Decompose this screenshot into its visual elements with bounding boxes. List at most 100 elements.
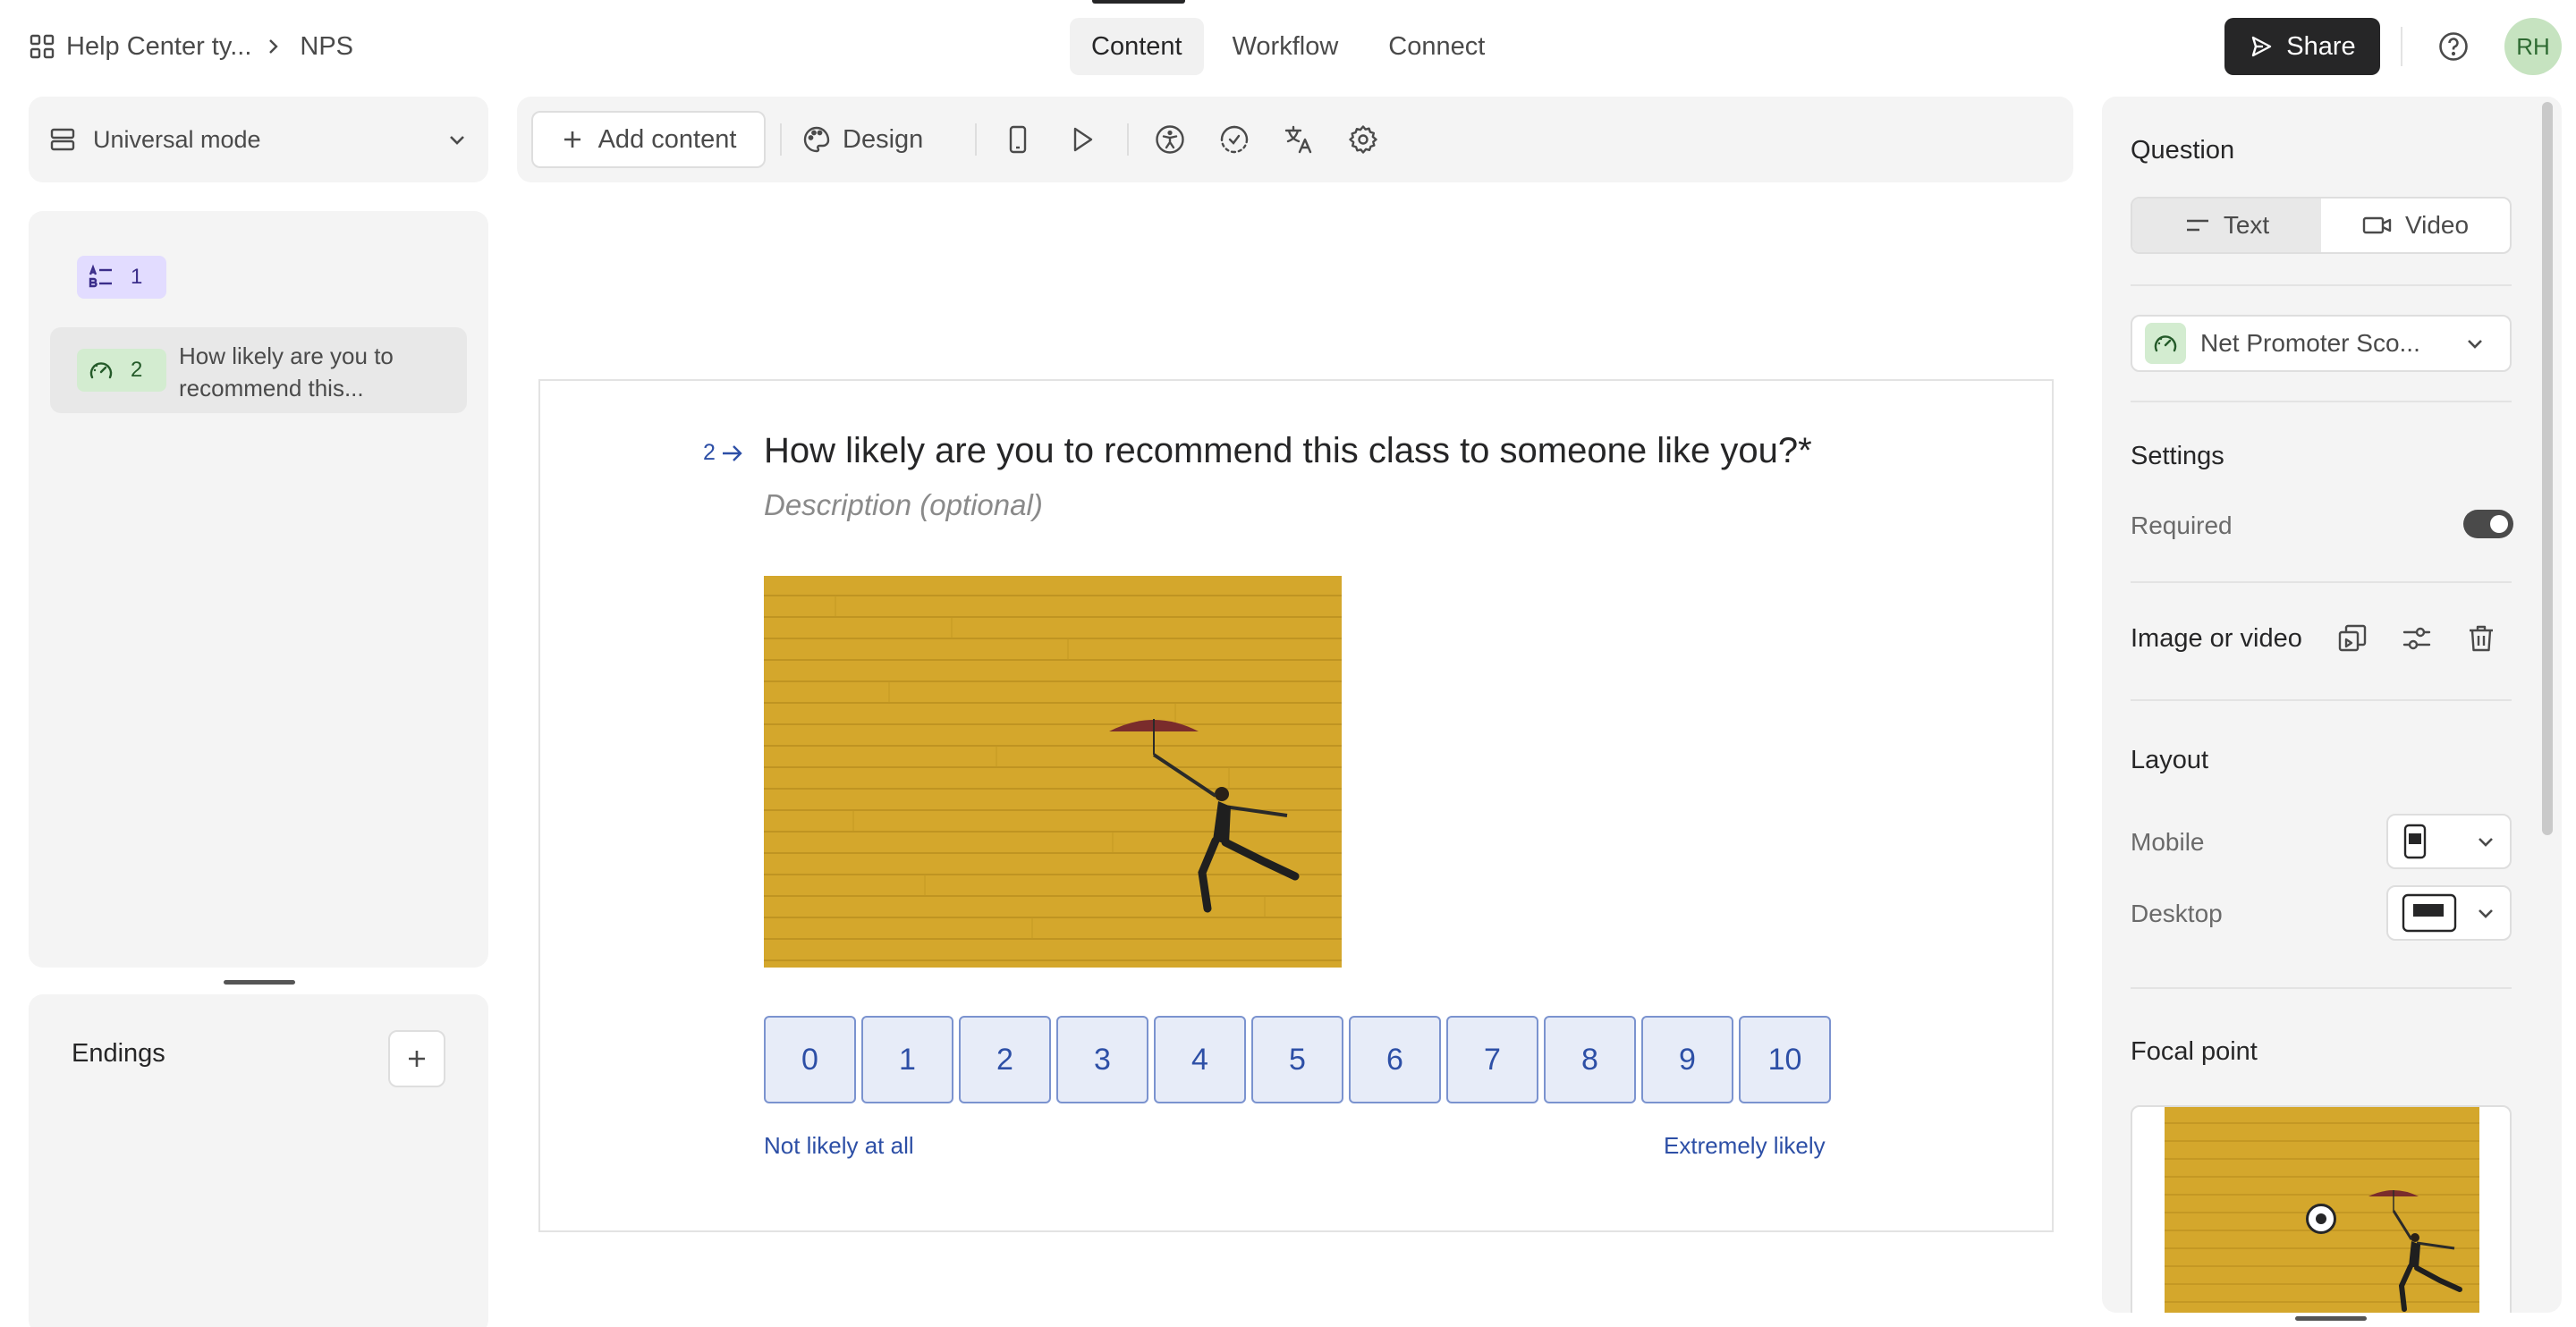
image-or-video-label: Image or video [2131, 624, 2302, 653]
plus-icon [409, 1051, 425, 1067]
tab-connect[interactable]: Connect [1367, 18, 1506, 75]
chevron-down-icon [2479, 838, 2493, 847]
format-video-option[interactable]: Video [2321, 199, 2510, 252]
chevron-right-icon [269, 39, 279, 54]
mode-label: Universal mode [93, 125, 261, 153]
header-divider [2401, 27, 2402, 66]
question-canvas: 2 How likely are you to recommend this c… [538, 379, 2054, 1232]
share-button[interactable]: Share [2224, 18, 2380, 75]
scale-option-2[interactable]: 2 [959, 1016, 1051, 1103]
add-content-label: Add content [597, 124, 737, 154]
panel-divider [2131, 987, 2512, 989]
desktop-layout-dropdown[interactable] [2386, 885, 2512, 941]
scale-option-9[interactable]: 9 [1641, 1016, 1733, 1103]
chevron-down-icon [2468, 340, 2482, 349]
breadcrumb-workspace[interactable]: Help Center ty... [66, 32, 251, 62]
scale-option-0[interactable]: 0 [764, 1016, 856, 1103]
panel-divider [2131, 401, 2512, 402]
accessibility-icon[interactable] [1154, 123, 1186, 156]
tab-content[interactable]: Content [1070, 18, 1204, 75]
gear-icon[interactable] [1347, 123, 1379, 156]
question-item-label: How likely are you to recommend this... [179, 342, 394, 401]
panel-divider [2131, 581, 2512, 583]
share-label: Share [2286, 31, 2356, 61]
arrow-right-icon [722, 444, 742, 461]
mobile-label: Mobile [2131, 828, 2205, 856]
focal-point-handle[interactable] [2306, 1204, 2336, 1234]
breadcrumb-form[interactable]: NPS [300, 32, 353, 62]
resize-handle[interactable] [2295, 1316, 2367, 1321]
add-ending-button[interactable] [388, 1030, 445, 1087]
scale-option-7[interactable]: 7 [1446, 1016, 1538, 1103]
mobile-preview-icon[interactable] [1002, 123, 1034, 156]
help-icon[interactable] [2437, 30, 2470, 63]
format-text-label: Text [2223, 211, 2270, 239]
replace-media-icon[interactable] [2336, 622, 2368, 655]
grid-icon[interactable] [29, 33, 55, 60]
tab-workflow[interactable]: Workflow [1211, 18, 1360, 75]
translate-icon[interactable] [1283, 123, 1315, 156]
question-item-1[interactable]: 1 [77, 256, 166, 299]
mobile-layout-icon [2403, 824, 2427, 859]
logic-loader-icon[interactable] [1218, 123, 1250, 156]
layout-heading: Layout [2131, 746, 2209, 774]
question-format-toggle: Text Video [2131, 197, 2512, 254]
question-type-badge [2145, 323, 2186, 364]
mobile-layout-dropdown[interactable] [2386, 814, 2512, 869]
scale-option-4[interactable]: 4 [1154, 1016, 1246, 1103]
desktop-layout-icon [2402, 893, 2457, 933]
gauge-icon [89, 362, 113, 379]
required-toggle[interactable] [2463, 510, 2513, 538]
play-icon[interactable] [1066, 123, 1098, 156]
toolbar-divider [780, 123, 782, 156]
active-tab-indicator [1092, 0, 1185, 4]
required-label: Required [2131, 511, 2233, 539]
sliders-icon[interactable] [2401, 622, 2433, 655]
focal-point-editor[interactable] [2131, 1105, 2512, 1313]
nps-scale: 0 1 2 3 4 5 6 7 8 9 10 [764, 1016, 1836, 1103]
question-heading: Question [2131, 136, 2235, 165]
scale-option-8[interactable]: 8 [1544, 1016, 1636, 1103]
trash-icon[interactable] [2465, 622, 2497, 655]
list-icon [89, 264, 112, 288]
question-title[interactable]: How likely are you to recommend this cla… [764, 431, 1812, 471]
text-lines-icon [2186, 219, 2208, 232]
add-content-button[interactable]: Add content [531, 111, 766, 168]
question-item-2[interactable]: 2 How likely are you to recommend this..… [50, 327, 467, 413]
format-video-label: Video [2404, 211, 2470, 239]
description-field[interactable]: Description (optional) [764, 488, 1043, 522]
scale-option-3[interactable]: 3 [1056, 1016, 1148, 1103]
top-tabs: Content Workflow Connect [1070, 18, 1513, 75]
breadcrumb: Help Center ty... NPS [29, 27, 353, 66]
format-text-option[interactable]: Text [2132, 199, 2321, 252]
focal-point-heading: Focal point [2131, 1037, 2258, 1066]
question-type-label: Net Promoter Sco... [2200, 329, 2420, 357]
properties-panel: Question Text Video Net Promoter Sco... … [2102, 97, 2562, 1313]
question-number: 2 [703, 440, 716, 465]
question-number: 2 [131, 358, 143, 382]
desktop-label: Desktop [2131, 900, 2223, 927]
scale-label-left[interactable]: Not likely at all [764, 1132, 914, 1160]
layers-icon [50, 128, 75, 151]
scale-option-1[interactable]: 1 [861, 1016, 953, 1103]
endings-label: Endings [72, 1039, 165, 1068]
scale-option-6[interactable]: 6 [1349, 1016, 1441, 1103]
avatar[interactable]: RH [2504, 18, 2562, 75]
scale-label-right[interactable]: Extremely likely [1664, 1132, 1826, 1160]
question-image[interactable] [764, 576, 1342, 968]
gauge-icon [2154, 335, 2177, 352]
panel-scrollbar[interactable] [2542, 102, 2553, 835]
question-number: 1 [131, 265, 143, 289]
scale-option-10[interactable]: 10 [1739, 1016, 1831, 1103]
resize-handle[interactable] [224, 980, 295, 985]
plus-icon [564, 131, 580, 148]
mode-selector[interactable]: Universal mode [29, 97, 488, 182]
toolbar-divider [975, 123, 977, 156]
editor-toolbar: Add content Design [517, 97, 2073, 182]
chevron-down-icon [450, 136, 464, 145]
design-button[interactable]: Design [801, 111, 923, 168]
settings-heading: Settings [2131, 442, 2224, 470]
scale-option-5[interactable]: 5 [1251, 1016, 1343, 1103]
question-list: 1 2 How likely are you to recommend this… [29, 211, 488, 968]
question-type-dropdown[interactable]: Net Promoter Sco... [2131, 315, 2512, 372]
